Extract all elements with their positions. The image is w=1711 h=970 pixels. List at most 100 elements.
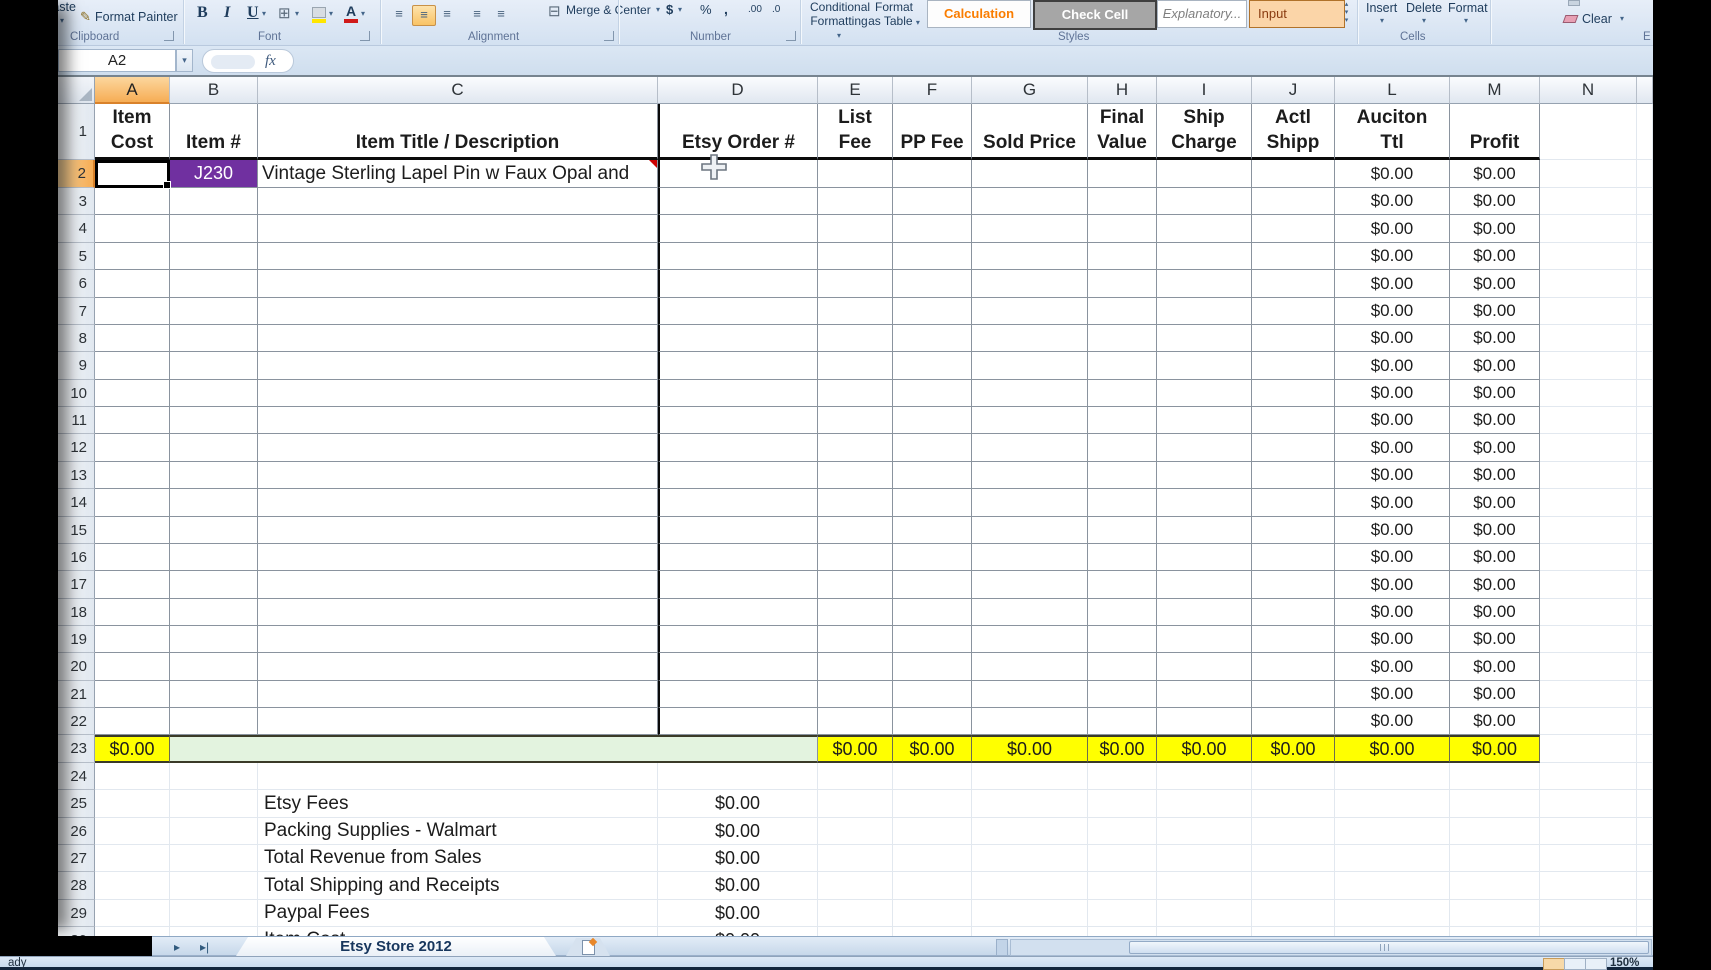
cell-H25[interactable]	[1088, 790, 1157, 818]
format-painter-button[interactable]: Format Painter	[95, 10, 178, 24]
cell-N29[interactable]	[1540, 900, 1637, 927]
cell-I29[interactable]	[1157, 900, 1252, 927]
cell-M19[interactable]: $0.00	[1450, 626, 1540, 653]
cell-G27[interactable]	[972, 845, 1088, 872]
cell-N18[interactable]	[1540, 599, 1637, 626]
row-header-26[interactable]: 26	[58, 818, 95, 845]
column-header-A[interactable]: A	[95, 77, 170, 104]
cell-O16[interactable]	[1637, 544, 1653, 571]
cell-G16[interactable]	[972, 544, 1088, 571]
cell-N2[interactable]	[1540, 160, 1637, 188]
cell-I5[interactable]	[1157, 243, 1252, 270]
cell-E26[interactable]	[818, 818, 893, 845]
cell-J2[interactable]	[1252, 160, 1335, 188]
cell-J30[interactable]	[1252, 927, 1335, 936]
cell-D3[interactable]	[658, 188, 818, 215]
cell-E4[interactable]	[818, 215, 893, 243]
cell-H3[interactable]	[1088, 188, 1157, 215]
row-header-14[interactable]: 14	[58, 489, 95, 517]
cell-N15[interactable]	[1540, 517, 1637, 544]
cell-B15[interactable]	[170, 517, 258, 544]
row-header-20[interactable]: 20	[58, 653, 95, 681]
cell-B2[interactable]: J230	[170, 160, 258, 188]
cell-C7[interactable]	[258, 298, 658, 325]
style-input[interactable]: Input	[1249, 0, 1345, 28]
cell-A3[interactable]	[95, 188, 170, 215]
cell-A20[interactable]	[95, 653, 170, 681]
cell-A17[interactable]	[95, 571, 170, 599]
cell-E19[interactable]	[818, 626, 893, 653]
cell-D18[interactable]	[658, 599, 818, 626]
row-header-23[interactable]: 23	[58, 735, 95, 763]
row-header-24[interactable]: 24	[58, 763, 95, 790]
cell-M21[interactable]: $0.00	[1450, 681, 1540, 708]
cell-L21[interactable]: $0.00	[1335, 681, 1450, 708]
format-cells-button[interactable]: Format	[1448, 1, 1488, 15]
cell-I1[interactable]: Ship Charge	[1157, 104, 1252, 160]
cell-B7[interactable]	[170, 298, 258, 325]
tab-split-handle[interactable]	[996, 939, 1008, 956]
cell-H10[interactable]	[1088, 380, 1157, 407]
delete-dropdown-icon[interactable]: ▾	[1422, 16, 1426, 25]
cell-H2[interactable]	[1088, 160, 1157, 188]
cell-J15[interactable]	[1252, 517, 1335, 544]
bold-button[interactable]: B	[197, 4, 208, 22]
cell-C2[interactable]: Vintage Sterling Lapel Pin w Faux Opal a…	[258, 160, 658, 188]
cell-F11[interactable]	[893, 407, 972, 434]
column-header-J[interactable]: J	[1252, 77, 1335, 104]
cell-A5[interactable]	[95, 243, 170, 270]
cell-D19[interactable]	[658, 626, 818, 653]
cell-O26[interactable]	[1637, 818, 1653, 845]
cell-G12[interactable]	[972, 434, 1088, 462]
cell-D5[interactable]	[658, 243, 818, 270]
merge-center-dropdown-icon[interactable]: ▾	[656, 5, 660, 14]
cell-M11[interactable]: $0.00	[1450, 407, 1540, 434]
decrease-decimal-button[interactable]: .0	[772, 4, 780, 15]
currency-dropdown-icon[interactable]: ▾	[678, 5, 682, 14]
row-header-18[interactable]: 18	[58, 599, 95, 626]
cell-B24[interactable]	[170, 763, 258, 790]
cell-F15[interactable]	[893, 517, 972, 544]
column-header-L[interactable]: L	[1335, 77, 1450, 104]
cell-G17[interactable]	[972, 571, 1088, 599]
cell-I17[interactable]	[1157, 571, 1252, 599]
cell-J26[interactable]	[1252, 818, 1335, 845]
cell-J19[interactable]	[1252, 626, 1335, 653]
cell-B12[interactable]	[170, 434, 258, 462]
cell-O11[interactable]	[1637, 407, 1653, 434]
column-header-B[interactable]: B	[170, 77, 258, 104]
cell-M7[interactable]: $0.00	[1450, 298, 1540, 325]
cell-O29[interactable]	[1637, 900, 1653, 927]
row-header-5[interactable]: 5	[58, 243, 95, 270]
cell-E20[interactable]	[818, 653, 893, 681]
row-header-22[interactable]: 22	[58, 708, 95, 735]
cell-J21[interactable]	[1252, 681, 1335, 708]
cell-G19[interactable]	[972, 626, 1088, 653]
cell-L26[interactable]	[1335, 818, 1450, 845]
row-header-12[interactable]: 12	[58, 434, 95, 462]
row-header-15[interactable]: 15	[58, 517, 95, 544]
cell-G7[interactable]	[972, 298, 1088, 325]
clear-dropdown-icon[interactable]: ▾	[1620, 14, 1624, 23]
cell-M12[interactable]: $0.00	[1450, 434, 1540, 462]
cell-E9[interactable]	[818, 352, 893, 380]
cell-D26[interactable]: $0.00	[658, 818, 818, 845]
cell-I21[interactable]	[1157, 681, 1252, 708]
cell-F28[interactable]	[893, 872, 972, 900]
cell-O2[interactable]	[1637, 160, 1653, 188]
cell-G30[interactable]	[972, 927, 1088, 936]
fill-color-dropdown-icon[interactable]: ▾	[329, 9, 333, 18]
cell-I22[interactable]	[1157, 708, 1252, 735]
cell-N3[interactable]	[1540, 188, 1637, 215]
select-all-button[interactable]	[58, 77, 95, 104]
cell-L12[interactable]: $0.00	[1335, 434, 1450, 462]
cell-L18[interactable]: $0.00	[1335, 599, 1450, 626]
row-header-9[interactable]: 9	[58, 352, 95, 380]
cell-I11[interactable]	[1157, 407, 1252, 434]
cell-C3[interactable]	[258, 188, 658, 215]
cell-N1[interactable]	[1540, 104, 1637, 160]
increase-indent-icon[interactable]: ≡	[490, 5, 512, 24]
cell-J18[interactable]	[1252, 599, 1335, 626]
row-header-11[interactable]: 11	[58, 407, 95, 434]
insert-cells-button[interactable]: Insert	[1366, 1, 1397, 15]
